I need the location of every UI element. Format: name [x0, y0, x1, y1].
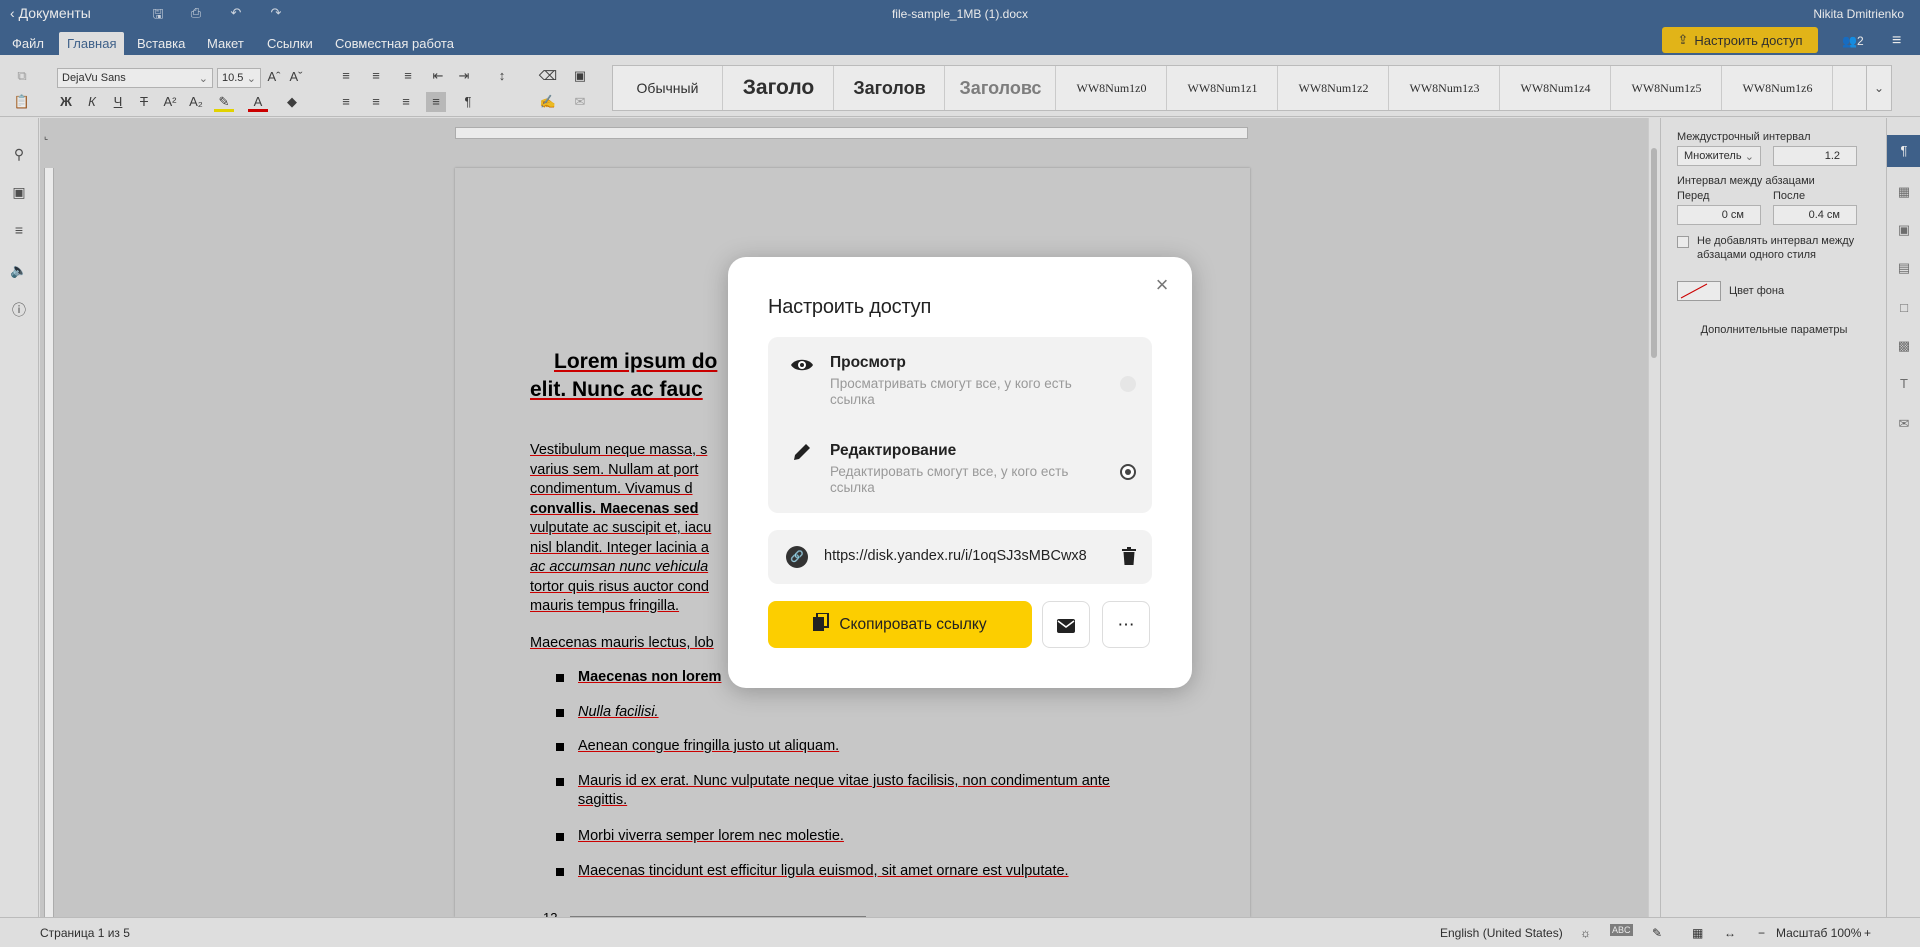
- dialog-title: Настроить доступ: [768, 296, 932, 318]
- view-desc-line: Просматривать смогут все, у кого есть: [830, 376, 1072, 391]
- copy-link-button[interactable]: Скопировать ссылку: [768, 601, 1032, 648]
- edit-title: Редактирование: [830, 442, 957, 459]
- edit-desc-line: Редактировать смогут все, у кого есть: [830, 464, 1069, 479]
- eye-icon: [790, 353, 814, 377]
- close-icon[interactable]: ×: [1152, 274, 1172, 296]
- share-access-dialog: × Настроить доступ Просмотр Просматриват…: [728, 257, 1192, 688]
- more-icon: ⋯: [1117, 615, 1135, 634]
- copy-link-label: Скопировать ссылку: [839, 615, 987, 633]
- pencil-icon: [790, 440, 814, 464]
- edit-description: Редактировать смогут все, у кого есть сс…: [830, 464, 1090, 496]
- share-link-url[interactable]: https://disk.yandex.ru/i/1oqSJ3sMBCwx8: [824, 548, 1112, 564]
- view-title: Просмотр: [830, 354, 906, 371]
- view-description: Просматривать смогут все, у кого есть сс…: [830, 376, 1090, 408]
- option-view[interactable]: Просмотр Просматривать смогут все, у ког…: [768, 337, 1152, 423]
- edit-radio[interactable]: [1120, 464, 1136, 480]
- more-options-button[interactable]: ⋯: [1102, 601, 1150, 648]
- trash-icon[interactable]: [1120, 547, 1138, 567]
- share-link-box: 🔗 https://disk.yandex.ru/i/1oqSJ3sMBCwx8: [768, 530, 1152, 584]
- send-email-button[interactable]: [1042, 601, 1090, 648]
- view-desc-line: ссылка: [830, 392, 875, 407]
- access-options: Просмотр Просматривать смогут все, у ког…: [768, 337, 1152, 513]
- option-edit[interactable]: Редактирование Редактировать смогут все,…: [768, 425, 1152, 513]
- view-radio[interactable]: [1120, 376, 1136, 392]
- mail-icon: [1057, 615, 1075, 634]
- edit-desc-line: ссылка: [830, 480, 875, 495]
- copy-icon: [813, 612, 830, 636]
- link-icon: 🔗: [786, 546, 808, 568]
